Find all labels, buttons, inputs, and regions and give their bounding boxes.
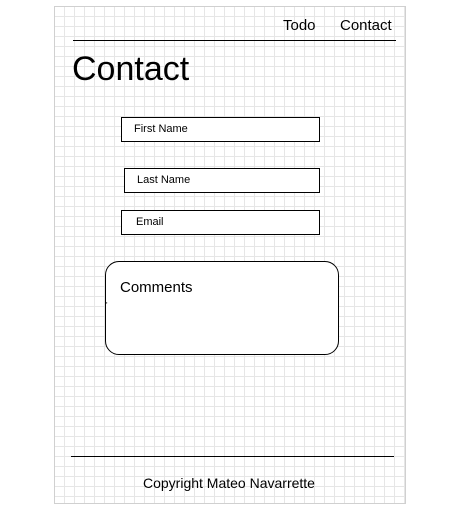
nav-link-contact[interactable]: Contact [340, 17, 392, 34]
wireframe-canvas: Todo Contact Contact First Name Last Nam… [54, 6, 406, 504]
text-cursor-icon: ' [106, 301, 108, 310]
last-name-field[interactable]: Last Name [124, 168, 320, 193]
page-title: Contact [72, 50, 190, 88]
nav-link-todo[interactable]: Todo [283, 17, 316, 34]
page: Todo Contact Contact First Name Last Nam… [0, 0, 459, 508]
first-name-field[interactable]: First Name [121, 117, 320, 142]
comments-textarea[interactable]: Comments ' [105, 261, 339, 355]
copyright-text: Copyright Mateo Navarrette [143, 475, 315, 491]
header-divider [73, 40, 396, 41]
footer-divider [71, 456, 394, 457]
email-field[interactable]: Email [121, 210, 320, 235]
comments-placeholder: Comments [120, 279, 193, 296]
